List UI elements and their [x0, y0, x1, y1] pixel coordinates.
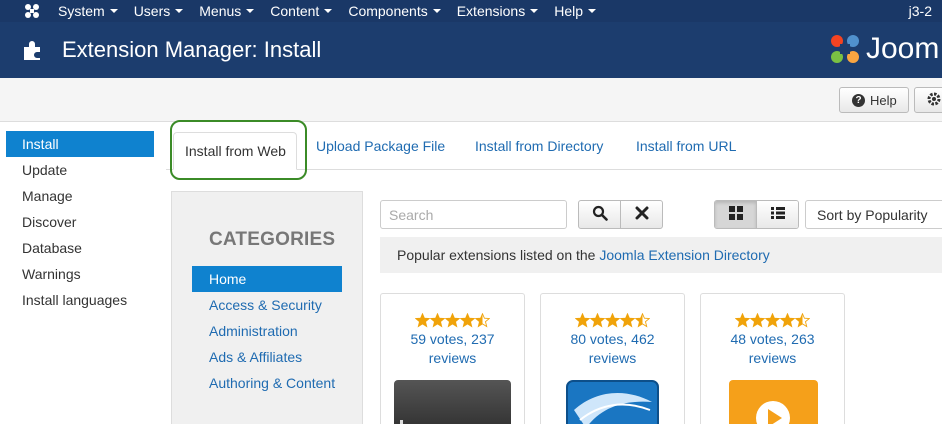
search-button[interactable] — [579, 201, 620, 228]
help-button[interactable]: ? Help — [839, 87, 909, 113]
extension-card[interactable]: 59 votes, 237 reviews — [380, 293, 525, 424]
menu-users[interactable]: Users — [134, 3, 194, 19]
caret-down-icon — [246, 9, 255, 13]
tab-install-from-web[interactable]: Install from Web — [173, 132, 297, 170]
tab-install-from-directory[interactable]: Install from Directory — [475, 138, 603, 154]
info-text: Popular extensions listed on the — [397, 247, 600, 263]
category-authoring-content[interactable]: Authoring & Content — [192, 370, 342, 396]
caret-down-icon — [324, 9, 333, 13]
caret-down-icon — [530, 9, 539, 13]
star-full-icon — [620, 313, 635, 328]
star-full-icon — [735, 313, 750, 328]
joomla-logo-icon — [831, 35, 859, 63]
star-full-icon — [445, 313, 460, 328]
page-title: Extension Manager: Install — [62, 37, 322, 62]
extension-thumbnail[interactable] — [394, 380, 511, 424]
extension-thumbnail[interactable] — [729, 380, 818, 424]
page-header: Extension Manager: Install Joom — [0, 22, 942, 78]
extension-card[interactable]: 48 votes, 263 reviews — [700, 293, 845, 424]
sort-select[interactable]: Sort by Popularity — [805, 200, 942, 229]
menu-components[interactable]: Components — [348, 3, 450, 19]
sidebar-item-discover[interactable]: Discover — [6, 209, 154, 235]
close-icon — [635, 206, 649, 223]
star-full-icon — [430, 313, 445, 328]
view-mode-group — [714, 200, 799, 229]
toolbar: ? Help — [0, 78, 942, 122]
star-full-icon — [765, 313, 780, 328]
sidebar-item-update[interactable]: Update — [6, 157, 154, 183]
extension-directory-link[interactable]: Joomla Extension Directory — [599, 247, 769, 263]
options-button[interactable] — [914, 87, 942, 113]
categories-panel: CATEGORIES Home Access & Security Admini… — [171, 191, 363, 424]
extension-thumbnail[interactable] — [566, 380, 659, 424]
sidebar: Install Update Manage Discover Database … — [6, 131, 154, 313]
star-full-icon — [590, 313, 605, 328]
brand-name: Joom — [866, 32, 940, 65]
star-full-icon — [460, 313, 475, 328]
joomla-brand-logo: Joom — [828, 32, 939, 66]
top-navbar: System Users Menus Content Components Ex… — [0, 0, 942, 22]
question-icon: ? — [852, 93, 865, 107]
categories-title: CATEGORIES — [209, 229, 336, 250]
clear-search-button[interactable] — [620, 201, 662, 228]
grid-view-icon — [728, 206, 743, 223]
list-view-icon — [770, 206, 785, 223]
star-full-icon — [575, 313, 590, 328]
sidebar-item-warnings[interactable]: Warnings — [6, 261, 154, 287]
search-button-group — [578, 200, 663, 229]
sidebar-item-database[interactable]: Database — [6, 235, 154, 261]
menu-system[interactable]: System — [58, 3, 128, 19]
sidebar-item-install-languages[interactable]: Install languages — [6, 287, 154, 313]
star-full-icon — [605, 313, 620, 328]
rating-stars — [381, 313, 524, 328]
search-input[interactable] — [380, 200, 567, 229]
caret-down-icon — [432, 9, 441, 13]
votes-reviews-link[interactable]: 59 votes, 237 reviews — [381, 330, 524, 368]
votes-reviews-link[interactable]: 48 votes, 263 reviews — [701, 330, 844, 368]
gear-icon — [927, 92, 941, 109]
search-icon — [592, 205, 608, 224]
extension-card[interactable]: 80 votes, 462 reviews — [540, 293, 685, 424]
menu-content[interactable]: Content — [270, 3, 342, 19]
star-full-icon — [750, 313, 765, 328]
rating-stars — [701, 313, 844, 328]
category-administration[interactable]: Administration — [192, 318, 342, 344]
puzzle-icon — [22, 39, 44, 61]
sidebar-item-install[interactable]: Install — [6, 131, 154, 157]
menu-extensions[interactable]: Extensions — [457, 3, 548, 19]
star-full-icon — [780, 313, 795, 328]
tab-install-from-url[interactable]: Install from URL — [636, 138, 736, 154]
caret-down-icon — [175, 9, 184, 13]
site-name-link[interactable]: j3-2 — [909, 3, 932, 19]
star-half-icon — [475, 313, 490, 328]
joomla-icon[interactable] — [22, 2, 42, 20]
category-home[interactable]: Home — [192, 266, 342, 292]
categories-list: Home Access & Security Administration Ad… — [192, 266, 342, 396]
category-ads-affiliates[interactable]: Ads & Affiliates — [192, 344, 342, 370]
star-half-icon — [795, 313, 810, 328]
info-bar: Popular extensions listed on the Joomla … — [380, 237, 942, 273]
rating-stars — [541, 313, 684, 328]
grid-view-button[interactable] — [715, 201, 756, 228]
caret-down-icon — [588, 9, 596, 13]
votes-reviews-link[interactable]: 80 votes, 462 reviews — [541, 330, 684, 368]
category-access-security[interactable]: Access & Security — [192, 292, 342, 318]
list-view-button[interactable] — [756, 201, 798, 228]
star-half-icon — [635, 313, 650, 328]
star-full-icon — [415, 313, 430, 328]
tab-upload-package-file[interactable]: Upload Package File — [316, 138, 445, 154]
menu-help[interactable]: Help — [554, 3, 606, 19]
install-tabs: Install from Web Upload Package File Ins… — [166, 128, 942, 170]
sidebar-item-manage[interactable]: Manage — [6, 183, 154, 209]
caret-down-icon — [109, 9, 118, 13]
menu-menus[interactable]: Menus — [199, 3, 264, 19]
